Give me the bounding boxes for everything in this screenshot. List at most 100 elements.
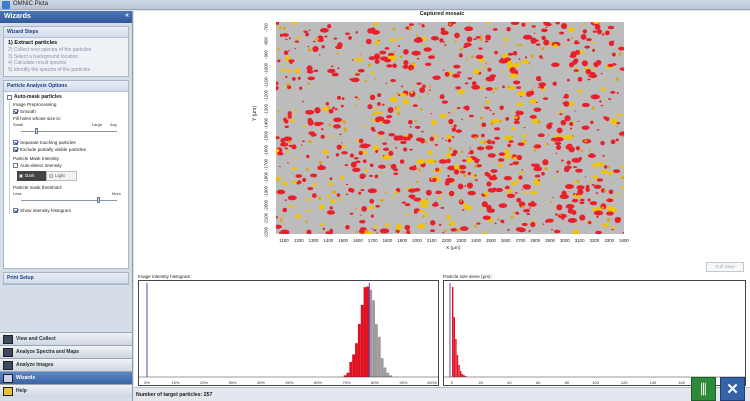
autodetect-option[interactable]: Auto-detect intensity	[13, 162, 125, 169]
particle-core	[399, 171, 401, 173]
particle-core	[576, 224, 578, 226]
particle	[391, 196, 394, 199]
particle	[440, 61, 442, 63]
wizard-steps-title[interactable]: Wizard Steps	[4, 27, 128, 38]
particle-core	[416, 34, 419, 37]
particle	[521, 22, 526, 27]
nav-view-collect[interactable]: View and Collect	[0, 332, 132, 345]
exclude-checkbox[interactable]	[13, 146, 18, 152]
particle	[520, 134, 527, 138]
particle	[345, 193, 349, 196]
particle	[518, 58, 521, 61]
particle	[510, 127, 517, 130]
particle-core	[403, 231, 406, 234]
automask-checkbox[interactable]	[7, 94, 12, 100]
nav-wizards-label: Wizards	[16, 375, 36, 381]
light-radio[interactable]	[49, 173, 53, 178]
threshold-thumb[interactable]	[97, 196, 101, 203]
smooth-checkbox[interactable]	[13, 108, 18, 114]
full-view-button[interactable]: Full View	[706, 262, 744, 272]
particle	[544, 142, 548, 146]
dark-radio[interactable]	[19, 173, 23, 178]
particle-core	[621, 134, 624, 137]
autodetect-checkbox[interactable]	[13, 162, 18, 168]
threshold-slider[interactable]	[21, 196, 117, 204]
print-setup-title[interactable]: Print Setup	[4, 272, 128, 284]
intensity-histogram-plot[interactable]: 0% 10% 20% 30% 40% 50% 60% 70% 80% 90% 100%	[138, 280, 439, 386]
particle	[326, 156, 329, 159]
step-collect[interactable]: 2) Collect new spectra of the particles	[8, 47, 124, 54]
analysis-options-title[interactable]: Particle Analysis Options	[4, 80, 128, 92]
size-sieve-plot[interactable]: 020406080100120140160180200	[443, 280, 746, 386]
particle	[581, 125, 590, 130]
particle	[447, 174, 450, 178]
collapse-icon[interactable]: «	[125, 12, 129, 19]
histogram-option[interactable]: Show intensity histogram	[13, 207, 125, 214]
separate-option[interactable]: Separate touching particles	[13, 139, 125, 146]
particle	[354, 96, 358, 99]
exclude-option[interactable]: Exclude partially visible particles	[13, 146, 125, 153]
particle	[603, 116, 607, 120]
particle	[532, 118, 539, 125]
particle	[492, 160, 494, 162]
particle-core	[459, 200, 462, 203]
cancel-button[interactable]: ✕	[720, 377, 745, 401]
particle	[480, 208, 483, 210]
intensity-toggle[interactable]: Dark Light	[17, 170, 77, 181]
particle	[611, 228, 614, 231]
accept-button[interactable]: ⫼	[691, 377, 716, 401]
particle	[393, 172, 399, 176]
separate-checkbox[interactable]	[13, 139, 18, 145]
step-calculate[interactable]: 4) Calculate result spectra	[8, 60, 124, 67]
particle	[606, 211, 614, 216]
particle-core	[603, 189, 607, 192]
wizard-header[interactable]: Wizards «	[0, 11, 132, 23]
particle	[622, 231, 624, 234]
particle	[509, 163, 514, 166]
nav-wizards[interactable]: Wizards	[0, 371, 132, 384]
automask-option[interactable]: Auto-mask particles	[7, 94, 125, 101]
mosaic-image[interactable]	[276, 22, 624, 234]
dark-option[interactable]: Dark	[17, 170, 46, 181]
particle	[382, 142, 388, 145]
fill-holes-slider[interactable]	[21, 127, 117, 135]
particle-core	[533, 148, 537, 152]
nav-analyze-spectra[interactable]: Analyze Spectra and Maps	[0, 345, 132, 358]
particle	[337, 67, 340, 70]
fill-holes-thumb[interactable]	[34, 127, 38, 134]
particle	[521, 222, 528, 227]
particle	[397, 45, 401, 48]
particle	[545, 219, 549, 223]
particle	[364, 168, 369, 173]
particle	[430, 36, 439, 41]
histogram-checkbox[interactable]	[13, 207, 18, 213]
particle	[492, 113, 496, 115]
particle	[541, 28, 548, 33]
particle	[601, 87, 606, 92]
particle	[589, 201, 598, 206]
particle	[331, 72, 339, 77]
particle-core	[372, 113, 374, 116]
light-option[interactable]: Light	[46, 170, 77, 181]
nav-help[interactable]: Help	[0, 384, 132, 397]
particle-core	[393, 143, 395, 145]
particle	[336, 193, 341, 197]
particle	[276, 136, 280, 140]
particle	[563, 134, 573, 140]
nav-analyze-images[interactable]: Analyze Images	[0, 358, 132, 371]
particle	[294, 157, 298, 160]
particle	[531, 219, 536, 222]
step-identify[interactable]: 5) Identify the spectra of the particles	[8, 67, 124, 74]
particle	[533, 32, 536, 34]
smooth-option[interactable]: Smooth	[13, 108, 125, 115]
sieve-bar	[460, 371, 462, 377]
particle-core	[291, 173, 294, 175]
step-extract[interactable]: 1) Extract particles	[8, 40, 124, 47]
particle	[435, 190, 443, 195]
particle	[487, 187, 497, 193]
particle-core	[515, 43, 518, 47]
step-background[interactable]: 3) Select a background location	[8, 54, 124, 61]
particle	[496, 216, 499, 219]
particle	[445, 139, 447, 142]
particle	[504, 37, 509, 42]
